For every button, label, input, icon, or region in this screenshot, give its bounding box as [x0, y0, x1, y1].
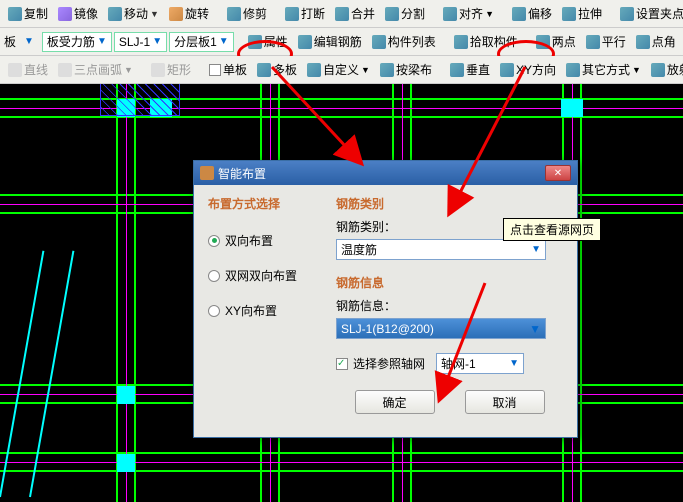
rect-icon	[151, 63, 165, 77]
two-point-icon	[536, 35, 550, 49]
single-board-button[interactable]: 单板	[205, 59, 251, 80]
layout-group-label: 布置方式选择	[208, 195, 318, 212]
parallel-button[interactable]: 平行	[582, 31, 630, 52]
radial-button[interactable]: 放射筋	[647, 59, 683, 80]
arc-button[interactable]: 三点画弧▼	[54, 59, 137, 80]
smart-layout-dialog: 智能布置 ✕ 布置方式选择 双向布置 双网双向布置 XY向布置 钢筋类别 钢筋类…	[193, 160, 578, 438]
layout-group: 布置方式选择 双向布置 双网双向布置 XY向布置	[208, 195, 318, 414]
corner-icon	[636, 35, 650, 49]
close-button[interactable]: ✕	[545, 165, 571, 181]
grip-button[interactable]: 设置夹点	[616, 3, 683, 24]
rotate-icon	[169, 7, 183, 21]
list-icon	[372, 35, 386, 49]
info-label: 钢筋信息：	[336, 297, 563, 314]
align-icon	[443, 7, 457, 21]
arc-icon	[58, 63, 72, 77]
radio-bidirectional[interactable]: 双向布置	[208, 232, 318, 249]
mirror-icon	[58, 7, 72, 21]
radio-xy[interactable]: XY向布置	[208, 302, 318, 319]
attr-icon	[248, 35, 262, 49]
chevron-down-icon: ▼	[529, 322, 541, 336]
axis-label: 选择参照轴网	[353, 355, 425, 372]
layer-dropdown[interactable]: 分层板1▼	[169, 32, 234, 52]
corner-button[interactable]: 点角	[632, 31, 680, 52]
ok-button[interactable]: 确定	[355, 390, 435, 414]
other-icon	[566, 63, 580, 77]
multi-icon	[257, 63, 271, 77]
info-value: SLJ-1(B12@200)	[341, 322, 434, 336]
dialog-title: 智能布置	[218, 165, 266, 182]
break-button[interactable]: 打断	[281, 3, 329, 24]
custom-button[interactable]: 自定义▼	[303, 59, 374, 80]
dialog-titlebar[interactable]: 智能布置 ✕	[194, 161, 577, 185]
grip-icon	[620, 7, 634, 21]
cancel-button[interactable]: 取消	[465, 390, 545, 414]
type-dropdown[interactable]: 板受力筋▼	[42, 32, 112, 52]
trim-button[interactable]: 修剪	[223, 3, 271, 24]
merge-icon	[335, 7, 349, 21]
copy-icon	[8, 7, 22, 21]
single-check-icon	[209, 64, 221, 76]
xy-direction-button[interactable]: XY方向	[496, 59, 560, 80]
axis-checkbox[interactable]	[336, 358, 348, 370]
offset-button[interactable]: 偏移	[508, 3, 556, 24]
copy-button[interactable]: 复制	[4, 3, 52, 24]
line-button[interactable]: 直线	[4, 59, 52, 80]
edit-bar-icon	[298, 35, 312, 49]
dialog-icon	[200, 166, 214, 180]
other-mode-button[interactable]: 其它方式▼	[562, 59, 645, 80]
split-button[interactable]: 分割	[381, 3, 429, 24]
slj-dropdown[interactable]: SLJ-1▼	[114, 32, 167, 52]
pick-icon	[454, 35, 468, 49]
break-icon	[285, 7, 299, 21]
tooltip: 点击查看源网页	[503, 218, 601, 241]
board-label: 板	[4, 33, 16, 50]
kind-group-label: 钢筋类别	[336, 195, 563, 212]
custom-icon	[307, 63, 321, 77]
two-point-button[interactable]: 两点	[532, 31, 580, 52]
trim-icon	[227, 7, 241, 21]
radio-icon	[208, 235, 220, 247]
xy-icon	[500, 63, 514, 77]
align-button[interactable]: 对齐▼	[439, 3, 498, 24]
merge-button[interactable]: 合并	[331, 3, 379, 24]
rect-button[interactable]: 矩形	[147, 59, 195, 80]
pick-button[interactable]: 拾取构件	[450, 31, 522, 52]
rotate-button[interactable]: 旋转	[165, 3, 213, 24]
tab-icon	[380, 63, 394, 77]
radio-icon	[208, 270, 220, 282]
move-button[interactable]: 移动▼	[104, 3, 163, 24]
vertical-button[interactable]: 垂直	[446, 59, 494, 80]
split-icon	[385, 7, 399, 21]
axis-dropdown[interactable]: 轴网-1▼	[436, 353, 524, 374]
vertical-icon	[450, 63, 464, 77]
parallel-icon	[586, 35, 600, 49]
toolbar-row-1: 复制 镜像 移动▼ 旋转 修剪 打断 合并 分割 对齐▼ 偏移 拉伸 设置夹点	[0, 0, 683, 28]
toolbar-row-2: 板 ▼ 板受力筋▼ SLJ-1▼ 分层板1▼ 属性 编辑钢筋 构件列表 拾取构件…	[0, 28, 683, 56]
member-list-button[interactable]: 构件列表	[368, 31, 440, 52]
info-group-label: 钢筋信息	[336, 274, 563, 291]
radial-icon	[651, 63, 665, 77]
stretch-button[interactable]: 拉伸	[558, 3, 606, 24]
tab-button[interactable]: 按梁布	[376, 59, 436, 80]
toolbar-row-3: 直线 三点画弧▼ 矩形 单板 多板 自定义▼ 按梁布 垂直 XY方向 其它方式▼…	[0, 56, 683, 84]
edit-bar-button[interactable]: 编辑钢筋	[294, 31, 366, 52]
line-icon	[8, 63, 22, 77]
kind-value: 温度筋	[341, 241, 531, 258]
chevron-down-icon: ▼	[509, 358, 519, 369]
multi-board-button[interactable]: 多板	[253, 59, 301, 80]
move-icon	[108, 7, 122, 21]
radio-double-net[interactable]: 双网双向布置	[208, 267, 318, 284]
attr-button[interactable]: 属性	[244, 31, 292, 52]
info-dropdown[interactable]: SLJ-1(B12@200) ▼	[336, 318, 546, 339]
radio-icon	[208, 305, 220, 317]
stretch-icon	[562, 7, 576, 21]
mirror-button[interactable]: 镜像	[54, 3, 102, 24]
offset-icon	[512, 7, 526, 21]
chevron-down-icon: ▼	[531, 244, 541, 255]
kind-dropdown[interactable]: 温度筋 ▼	[336, 239, 546, 260]
